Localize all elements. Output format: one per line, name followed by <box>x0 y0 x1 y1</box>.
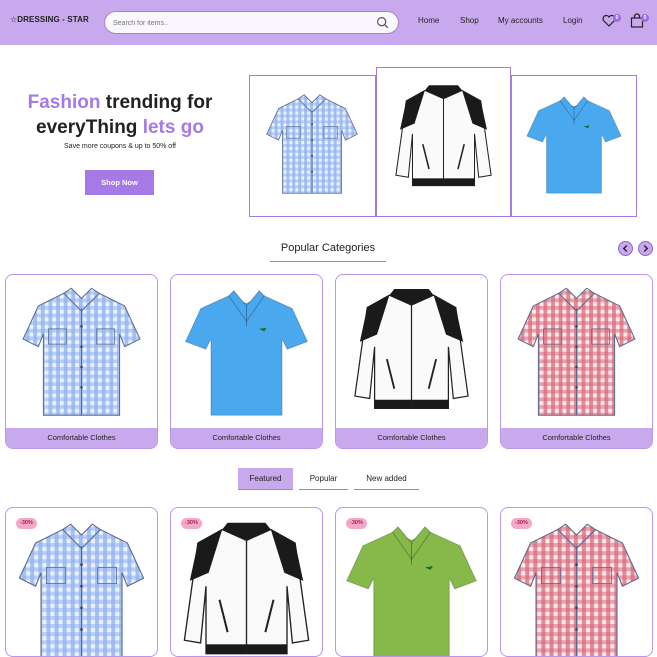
wishlist-count-badge: 0 <box>613 14 621 22</box>
product-card[interactable]: -30% <box>170 507 323 657</box>
blue-gingham-shirt-image <box>22 287 141 416</box>
popular-categories-title: Popular Categories <box>280 242 376 254</box>
site-logo[interactable]: ☆DRESSING - STAR <box>10 15 89 24</box>
white-black-jacket-image <box>395 84 492 187</box>
category-card[interactable]: Comfortable Clothes <box>335 274 488 449</box>
shop-now-button[interactable]: Shop Now <box>85 170 154 195</box>
blue-polo-shirt-image <box>526 96 622 194</box>
discount-badge: -30% <box>346 518 367 529</box>
hero-product-card[interactable] <box>376 67 511 217</box>
category-card[interactable]: Comfortable Clothes <box>5 274 158 449</box>
product-card[interactable]: -30% <box>500 507 653 657</box>
hero-heading-accent-2: lets go <box>142 117 204 138</box>
red-gingham-shirt-image <box>517 287 636 416</box>
search-icon[interactable] <box>376 16 389 29</box>
category-card[interactable]: Comfortable Clothes <box>170 274 323 449</box>
category-label: Comfortable Clothes <box>171 428 322 448</box>
white-black-jacket-image <box>183 521 310 655</box>
product-card[interactable]: -30% <box>335 507 488 657</box>
category-label: Comfortable Clothes <box>6 428 157 448</box>
blue-gingham-shirt-image <box>266 94 358 194</box>
tab-popular[interactable]: Popular <box>299 468 348 490</box>
search-input[interactable] <box>113 16 373 30</box>
product-card[interactable]: -30% <box>5 507 158 657</box>
tab-new-added[interactable]: New added <box>354 468 419 490</box>
hero-product-card[interactable] <box>249 75 376 217</box>
discount-badge: -30% <box>181 518 202 529</box>
category-label: Comfortable Clothes <box>501 428 652 448</box>
top-navigation-bar: ☆DRESSING - STAR Home Shop My accounts L… <box>0 0 657 45</box>
tab-featured[interactable]: Featured <box>238 468 293 490</box>
nav-link-shop[interactable]: Shop <box>460 16 479 25</box>
red-gingham-shirt-image <box>513 523 640 656</box>
category-card[interactable]: Comfortable Clothes <box>500 274 653 449</box>
hero-product-card[interactable] <box>511 75 637 217</box>
category-label: Comfortable Clothes <box>336 428 487 448</box>
discount-badge: -30% <box>16 518 37 529</box>
green-polo-shirt-image <box>346 526 477 656</box>
section-title-underline <box>270 261 386 262</box>
white-black-jacket-image <box>353 288 470 410</box>
hero-heading-accent-1: Fashion <box>27 92 101 113</box>
nav-link-login[interactable]: Login <box>563 16 583 25</box>
chevron-right-icon[interactable] <box>638 241 653 256</box>
cart-count-badge: 0 <box>641 14 649 22</box>
blue-gingham-shirt-image <box>18 523 145 656</box>
hero-subtitle: Save more coupons & up to 50% off <box>64 143 176 150</box>
chevron-left-icon[interactable] <box>618 241 633 256</box>
hero-heading-text-2: everyThing <box>36 117 143 138</box>
nav-link-my-accounts[interactable]: My accounts <box>498 16 543 25</box>
blue-polo-shirt-image <box>184 290 309 416</box>
discount-badge: -30% <box>511 518 532 529</box>
nav-link-home[interactable]: Home <box>418 16 439 25</box>
hero-heading: Fashion trending for everyThing lets go <box>10 90 230 140</box>
hero-heading-text-1: trending for <box>100 92 213 113</box>
search-box <box>104 11 399 34</box>
